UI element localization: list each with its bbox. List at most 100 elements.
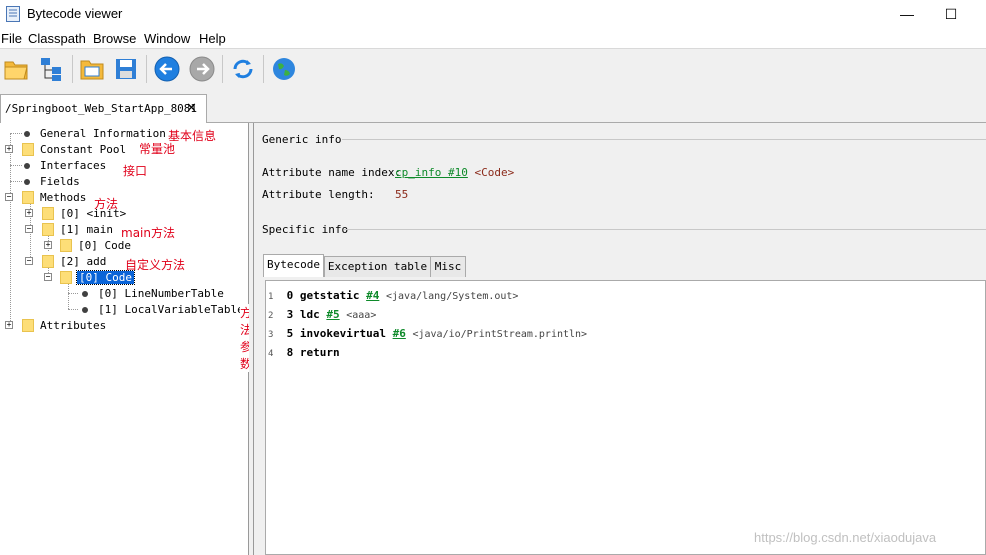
title-bar: Bytecode viewer — ☐ bbox=[0, 0, 986, 28]
section-divider bbox=[344, 229, 986, 230]
toolbar-separator bbox=[222, 55, 223, 83]
leaf-bullet-icon bbox=[24, 163, 30, 169]
tree-node-method-add[interactable]: − [2] add bbox=[0, 254, 240, 270]
expand-icon[interactable]: + bbox=[5, 145, 13, 153]
class-tree: General Information 基本信息 + Constant Pool… bbox=[0, 123, 253, 555]
opcode: return bbox=[299, 346, 340, 359]
leaf-bullet-icon bbox=[82, 307, 88, 313]
folder-icon bbox=[22, 143, 34, 156]
constant-ref-link[interactable]: #5 bbox=[326, 308, 339, 321]
detail-panel: Generic info Attribute name index: cp_in… bbox=[254, 123, 986, 555]
document-tab[interactable]: /Springboot_Web_StartApp_8081 ✕ bbox=[0, 94, 207, 123]
tree-icon[interactable] bbox=[38, 55, 66, 83]
line-number: 1 bbox=[268, 292, 274, 302]
refresh-icon[interactable] bbox=[229, 55, 257, 83]
tree-node-label: Methods bbox=[40, 191, 87, 204]
save-icon[interactable] bbox=[112, 55, 140, 83]
document-tab-bar: /Springboot_Web_StartApp_8081 ✕ bbox=[0, 90, 986, 123]
menu-help[interactable]: Help bbox=[199, 31, 226, 46]
browse-folder-icon[interactable] bbox=[78, 55, 106, 83]
cp-info-link[interactable]: cp_info #10 bbox=[395, 166, 468, 179]
tree-node-method-main[interactable]: − [1] main bbox=[0, 222, 240, 238]
tab-bytecode[interactable]: Bytecode bbox=[263, 254, 324, 277]
leaf-bullet-icon bbox=[24, 131, 30, 137]
tree-node-label: [1] LocalVariableTable bbox=[98, 303, 244, 316]
bytecode-view[interactable]: 1 0 getstatic #4 <java/lang/System.out> … bbox=[265, 280, 986, 555]
close-icon[interactable]: ✕ bbox=[186, 100, 197, 116]
bytecode-offset: 5 bbox=[286, 327, 294, 340]
tree-node-fields[interactable]: Fields bbox=[0, 174, 240, 190]
leaf-bullet-icon bbox=[24, 179, 30, 185]
expand-icon[interactable]: + bbox=[44, 241, 52, 249]
window-title: Bytecode viewer bbox=[27, 6, 123, 21]
toolbar-separator bbox=[72, 55, 73, 83]
menu-file[interactable]: File bbox=[1, 31, 22, 46]
section-divider bbox=[342, 139, 986, 140]
menu-classpath[interactable]: Classpath bbox=[28, 31, 86, 46]
bytecode-offset: 8 bbox=[286, 346, 294, 359]
back-icon[interactable] bbox=[153, 55, 181, 83]
tree-node-method-init[interactable]: + [0] <init> bbox=[0, 206, 240, 222]
tree-node-interfaces[interactable]: Interfaces bbox=[0, 158, 240, 174]
bytecode-line: 3 5 invokevirtual #6 <java/io/PrintStrea… bbox=[268, 327, 587, 340]
tree-node-main-code[interactable]: + [0] Code bbox=[0, 238, 240, 254]
forward-icon[interactable] bbox=[188, 55, 216, 83]
annotation-constant-pool: 常量池 bbox=[139, 142, 176, 156]
attribute-length-value: 55 bbox=[395, 188, 409, 201]
tree-node-constant-pool[interactable]: + Constant Pool bbox=[0, 142, 240, 158]
tree-node-line-number-table[interactable]: [0] LineNumberTable bbox=[0, 286, 240, 302]
constant-ref-link[interactable]: #6 bbox=[393, 327, 406, 340]
folder-icon bbox=[42, 223, 54, 236]
tree-node-label-selected: [0] Code bbox=[76, 270, 135, 285]
attribute-length-label: Attribute length: bbox=[262, 188, 375, 201]
tree-node-methods[interactable]: − Methods bbox=[0, 190, 240, 206]
bytecode-comment: <aaa> bbox=[346, 310, 377, 321]
watermark: https://blog.csdn.net/xiaodujava bbox=[754, 530, 937, 545]
collapse-icon[interactable]: − bbox=[25, 225, 33, 233]
bytecode-line: 2 3 ldc #5 <aaa> bbox=[268, 308, 376, 321]
collapse-icon[interactable]: − bbox=[25, 257, 33, 265]
constant-ref-link[interactable]: #4 bbox=[366, 289, 379, 302]
bytecode-line: 4 8 return bbox=[268, 346, 340, 359]
tree-node-local-variable-table[interactable]: [1] LocalVariableTable bbox=[0, 302, 244, 318]
attribute-name-value: <Code> bbox=[474, 166, 515, 179]
attribute-name-index-label: Attribute name index: bbox=[262, 166, 402, 179]
globe-icon[interactable] bbox=[270, 55, 298, 83]
collapse-icon[interactable]: − bbox=[5, 193, 13, 201]
expand-icon[interactable]: + bbox=[5, 321, 13, 329]
folder-icon bbox=[42, 207, 54, 220]
attribute-name-index-row: Attribute name index: cp_info #10 <Code> bbox=[262, 166, 514, 179]
tree-node-label: [0] Code bbox=[78, 239, 131, 252]
expand-icon[interactable]: + bbox=[25, 209, 33, 217]
menu-browse[interactable]: Browse bbox=[93, 31, 136, 46]
folder-icon bbox=[22, 191, 34, 204]
bytecode-comment: <java/io/PrintStream.println> bbox=[412, 329, 588, 340]
folder-icon bbox=[42, 255, 54, 268]
folder-icon bbox=[60, 239, 72, 252]
maximize-button[interactable]: ☐ bbox=[928, 0, 974, 28]
tree-node-label: [0] LineNumberTable bbox=[98, 287, 224, 300]
tree-node-attributes[interactable]: + Attributes bbox=[0, 318, 240, 334]
folder-icon bbox=[22, 319, 34, 332]
menu-bar: File Classpath Browse Window Help bbox=[0, 29, 986, 48]
tree-node-add-code[interactable]: − [0] Code bbox=[0, 270, 240, 286]
open-folder-icon[interactable] bbox=[2, 55, 30, 83]
line-number: 2 bbox=[268, 311, 274, 321]
line-number: 4 bbox=[268, 349, 274, 359]
minimize-button[interactable]: — bbox=[884, 0, 930, 28]
attribute-length-row: Attribute length: 55 bbox=[262, 188, 408, 201]
specific-info-title: Specific info bbox=[262, 223, 349, 236]
tree-node-label: Attributes bbox=[40, 319, 107, 332]
menu-window[interactable]: Window bbox=[144, 31, 190, 46]
bytecode-offset: 3 bbox=[286, 308, 294, 321]
bytecode-line: 1 0 getstatic #4 <java/lang/System.out> bbox=[268, 289, 518, 302]
tab-exception-table[interactable]: Exception table bbox=[324, 256, 431, 277]
opcode: getstatic bbox=[299, 289, 360, 302]
tree-node-label: Interfaces bbox=[40, 159, 107, 172]
collapse-icon[interactable]: − bbox=[44, 273, 52, 281]
tab-misc[interactable]: Misc bbox=[430, 256, 466, 277]
tree-node-label: [1] main bbox=[60, 223, 113, 236]
toolbar bbox=[0, 48, 986, 91]
app-icon bbox=[6, 6, 20, 22]
tree-node-label: [2] add bbox=[60, 255, 107, 268]
